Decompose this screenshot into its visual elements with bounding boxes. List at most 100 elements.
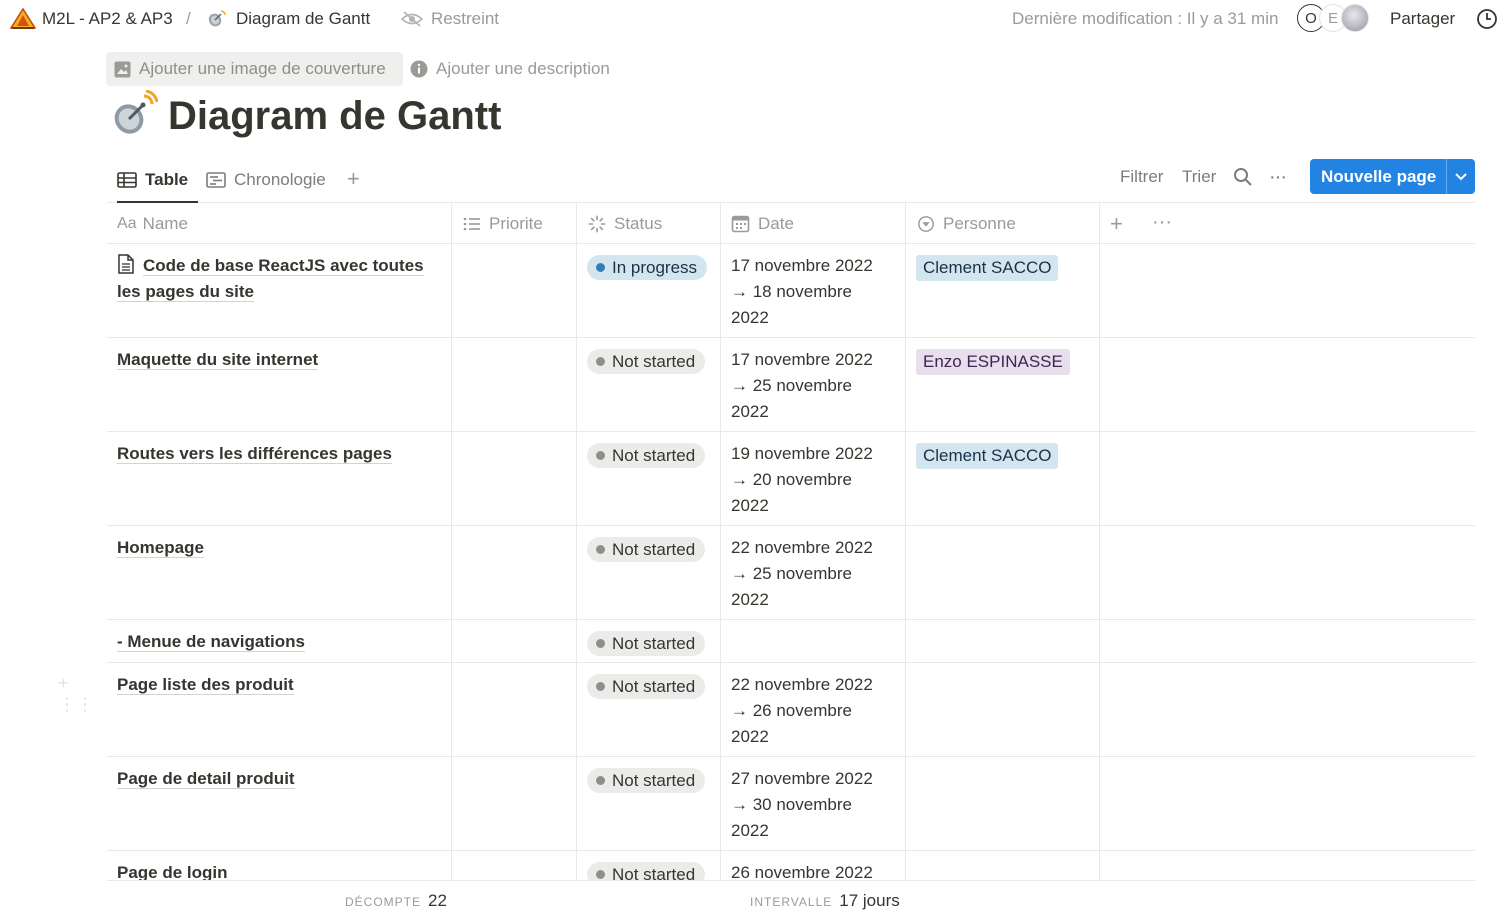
person-tag[interactable]: Clement SACCO: [916, 443, 1059, 469]
cell-date[interactable]: [721, 620, 906, 662]
cell-status[interactable]: Not started: [577, 663, 721, 756]
row-title[interactable]: - Menue de navigations: [117, 632, 305, 652]
drag-handle-icon[interactable]: + ⋮⋮: [58, 673, 98, 714]
cell-person[interactable]: [906, 526, 1100, 619]
share-button[interactable]: Partager: [1390, 9, 1455, 29]
cell-status[interactable]: Not started: [577, 851, 721, 882]
column-header-person[interactable]: Personne: [906, 203, 1100, 244]
cell-name[interactable]: Page de login: [107, 851, 452, 882]
workspace-logo-icon[interactable]: [10, 8, 36, 30]
search-icon[interactable]: [1233, 167, 1253, 187]
table-row[interactable]: - Menue de navigations Not started: [107, 620, 1475, 663]
cell-name[interactable]: Maquette du site internet: [107, 338, 452, 431]
row-title[interactable]: Page de detail produit: [117, 769, 295, 789]
cell-priority[interactable]: [452, 851, 577, 882]
add-column-button[interactable]: +: [1110, 211, 1123, 237]
cell-status[interactable]: In progress: [577, 244, 721, 337]
cell-name[interactable]: Code de base ReactJS avec toutes les pag…: [107, 244, 452, 337]
cell-priority[interactable]: [452, 432, 577, 525]
cell-person[interactable]: [906, 851, 1100, 882]
table-row[interactable]: Homepage Not started 22 novembre 2022 → 25 …: [107, 526, 1475, 620]
cell-person[interactable]: Clement SACCO: [906, 432, 1100, 525]
row-title[interactable]: Maquette du site internet: [117, 350, 319, 370]
add-cover-button[interactable]: Ajouter une image de couverture: [106, 52, 403, 86]
chevron-down-icon[interactable]: [1446, 159, 1475, 194]
person-tag[interactable]: Clement SACCO: [916, 255, 1059, 281]
table-row[interactable]: Page de detail produit Not started 27 nove…: [107, 757, 1475, 851]
tab-table[interactable]: Table: [117, 158, 199, 203]
status-badge[interactable]: Not started: [587, 674, 706, 699]
cell-person[interactable]: [906, 620, 1100, 662]
cell-priority[interactable]: [452, 526, 577, 619]
avatar[interactable]: [1341, 4, 1369, 32]
new-page-button[interactable]: Nouvelle page: [1310, 159, 1475, 194]
clock-icon[interactable]: [1476, 8, 1498, 30]
cell-person[interactable]: [906, 663, 1100, 756]
table-row[interactable]: Maquette du site internet Not started 17 n…: [107, 338, 1475, 432]
add-description-button[interactable]: Ajouter une description: [410, 52, 610, 86]
cell-person[interactable]: Enzo ESPINASSE: [906, 338, 1100, 431]
cell-priority[interactable]: [452, 338, 577, 431]
row-title[interactable]: Page liste des produit: [117, 675, 294, 695]
sort-button[interactable]: Trier: [1182, 167, 1216, 187]
status-badge[interactable]: Not started: [587, 537, 706, 562]
status-badge[interactable]: Not started: [587, 443, 706, 468]
cell-status[interactable]: Not started: [577, 757, 721, 850]
cell-status[interactable]: Not started: [577, 432, 721, 525]
cell-date[interactable]: 22 novembre 2022 → 25 novembre 2022: [721, 526, 906, 619]
satellite-icon[interactable]: [110, 90, 158, 138]
breadcrumb-page[interactable]: Diagram de Gantt: [236, 9, 370, 29]
cell-priority[interactable]: [452, 244, 577, 337]
page-title[interactable]: Diagram de Gantt: [168, 90, 501, 142]
status-label: In progress: [612, 257, 698, 277]
more-options-button[interactable]: ···: [1269, 166, 1287, 189]
avatar-group[interactable]: O E: [1297, 4, 1377, 32]
status-badge[interactable]: Not started: [587, 768, 706, 793]
count-summary[interactable]: DÉCOMPTE 22: [345, 891, 447, 911]
person-tag[interactable]: Enzo ESPINASSE: [916, 349, 1070, 375]
top-bar: M2L - AP2 & AP3 / Diagram de Gantt Restr…: [0, 0, 1502, 40]
column-header-name[interactable]: Aa Name: [107, 203, 452, 244]
cell-name[interactable]: Page de detail produit: [107, 757, 452, 850]
cell-date[interactable]: 22 novembre 2022 → 26 novembre 2022: [721, 663, 906, 756]
cell-priority[interactable]: [452, 620, 577, 662]
date-line: 2022: [731, 496, 769, 515]
range-summary[interactable]: INTERVALLE 17 jours: [750, 891, 900, 911]
table-row[interactable]: Page de login Not started 26 novembre 2022: [107, 851, 1475, 882]
column-options-button[interactable]: ···: [1152, 211, 1172, 234]
cell-status[interactable]: Not started: [577, 526, 721, 619]
table-row[interactable]: Code de base ReactJS avec toutes les pag…: [107, 244, 1475, 338]
cell-name[interactable]: Homepage: [107, 526, 452, 619]
cell-person[interactable]: Clement SACCO: [906, 244, 1100, 337]
cell-name[interactable]: Routes vers les différences pages: [107, 432, 452, 525]
row-title[interactable]: Routes vers les différences pages: [117, 444, 392, 464]
table-row[interactable]: Routes vers les différences pages Not sta…: [107, 432, 1475, 526]
table-row[interactable]: Page liste des produit Not started 22 nove…: [107, 663, 1475, 757]
cell-priority[interactable]: [452, 757, 577, 850]
tab-timeline[interactable]: Chronologie: [206, 158, 326, 202]
status-badge[interactable]: Not started: [587, 349, 706, 374]
cell-date[interactable]: 26 novembre 2022: [721, 851, 906, 882]
status-badge[interactable]: Not started: [587, 631, 706, 656]
column-header-priority[interactable]: Priorite: [452, 203, 577, 244]
cell-date[interactable]: 17 novembre 2022 → 25 novembre 2022: [721, 338, 906, 431]
cell-name[interactable]: - Menue de navigations: [107, 620, 452, 662]
cell-status[interactable]: Not started: [577, 338, 721, 431]
cell-date[interactable]: 27 novembre 2022 → 30 novembre 2022: [721, 757, 906, 850]
row-title[interactable]: Homepage: [117, 538, 204, 558]
cell-name[interactable]: Page liste des produit: [107, 663, 452, 756]
add-view-button[interactable]: +: [347, 166, 360, 192]
cell-priority[interactable]: [452, 663, 577, 756]
cell-person[interactable]: [906, 757, 1100, 850]
status-badge[interactable]: In progress: [587, 255, 708, 280]
cell-date[interactable]: 19 novembre 2022 → 20 novembre 2022: [721, 432, 906, 525]
filter-button[interactable]: Filtrer: [1120, 167, 1163, 187]
restricted-label[interactable]: Restreint: [431, 9, 499, 29]
row-title[interactable]: Code de base ReactJS avec toutes les pag…: [117, 256, 424, 302]
cell-date[interactable]: 17 novembre 2022 → 18 novembre 2022: [721, 244, 906, 337]
status-badge[interactable]: Not started: [587, 862, 706, 882]
cell-status[interactable]: Not started: [577, 620, 721, 662]
column-header-date[interactable]: Date: [721, 203, 906, 244]
column-header-status[interactable]: Status: [577, 203, 721, 244]
breadcrumb-workspace[interactable]: M2L - AP2 & AP3: [42, 9, 173, 29]
